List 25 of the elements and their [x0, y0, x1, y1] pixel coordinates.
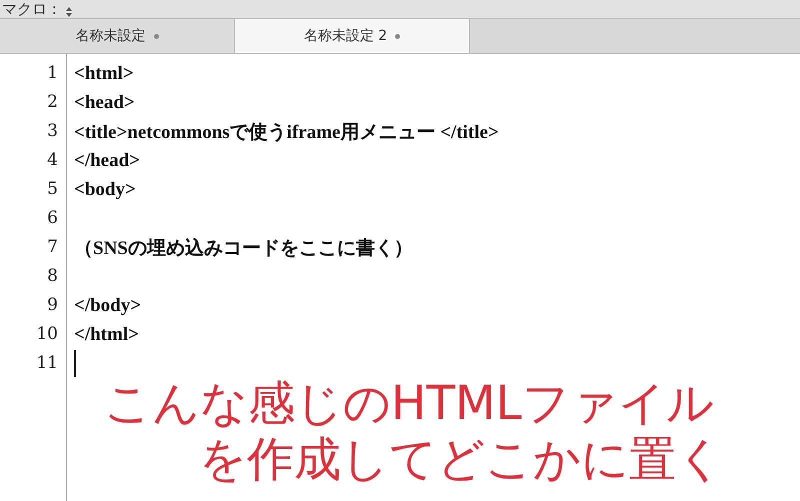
line-number: 5	[46, 178, 59, 201]
line-number: 9	[46, 294, 59, 317]
code-line: <title>netcommonsで使うiframe用メニュー </title>	[74, 120, 499, 144]
stepper-icon[interactable]	[64, 6, 73, 18]
macro-label: マクロ :	[2, 2, 57, 17]
code-line: <body>	[74, 178, 136, 200]
annotation-text: こんな感じのHTMLファイル	[104, 376, 715, 432]
editor-tab[interactable]: 名称未設定 2	[235, 19, 470, 53]
code-line: </html>	[74, 324, 139, 346]
line-number: 3	[46, 120, 59, 143]
code-line: </head>	[74, 150, 140, 172]
line-number: 1	[46, 62, 59, 85]
code-line: </body>	[74, 294, 142, 316]
editor-tab[interactable]: 名称未設定	[0, 19, 235, 53]
annotation-text: を作成してどこかに置く	[199, 432, 724, 488]
code-line: <html>	[74, 62, 134, 84]
line-number: 2	[46, 91, 59, 114]
line-number: 8	[46, 265, 59, 288]
code-line: （SNSの埋め込みコードをここに書く）	[74, 236, 413, 260]
line-number: 10	[35, 323, 59, 346]
line-number: 4	[46, 149, 59, 172]
line-number: 11	[35, 352, 59, 375]
code-line: <head>	[74, 92, 135, 114]
line-number: 7	[46, 236, 59, 259]
line-number: 6	[46, 207, 59, 230]
